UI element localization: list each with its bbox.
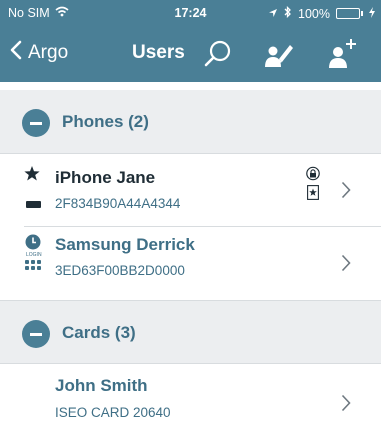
user-name: Samsung Derrick (55, 235, 195, 254)
star-badge-icon (307, 185, 319, 205)
chevron-right-icon (341, 254, 351, 272)
login-chip-icon (26, 201, 41, 208)
list-item-john-smith[interactable]: John Smith ISEO CARD 20640 (0, 364, 381, 432)
section-title-phones: Phones (2) (62, 112, 149, 131)
chevron-right-icon (341, 394, 351, 412)
location-arrow-icon (268, 7, 278, 21)
star-icon (24, 166, 40, 186)
search-icon (201, 40, 235, 75)
device-id: 3ED63F00BB2D0000 (55, 263, 185, 278)
section-header-phones[interactable]: Phones (2) (0, 90, 381, 154)
chevron-right-icon (341, 181, 351, 199)
user-name: iPhone Jane (55, 168, 156, 187)
battery-percent: 100% (298, 6, 330, 21)
list-item-iphone-jane[interactable]: iPhone Jane 2F834B90A44A4344 (0, 154, 381, 227)
status-right: 100% (268, 5, 375, 21)
card-id: ISEO CARD 20640 (55, 405, 171, 420)
device-id: 2F834B90A44A4344 (55, 196, 181, 211)
chevron-left-icon (10, 40, 22, 66)
battery-icon (336, 8, 363, 19)
list-item-samsung-derrick[interactable]: LOGIN Samsung Derrick 3ED63F00BB2D0000 (0, 227, 381, 300)
edit-users-button[interactable] (262, 37, 296, 71)
login-text-icon: LOGIN (26, 252, 42, 258)
bluetooth-icon (284, 5, 292, 21)
collapse-phones-button[interactable] (22, 109, 50, 137)
edit-user-icon (262, 45, 296, 75)
keypad-icon (25, 260, 41, 270)
lock-icon (306, 166, 320, 186)
user-name: John Smith (55, 376, 148, 395)
status-bar: No SIM 17:24 100% (0, 0, 381, 26)
navigation-bar: Argo Users (0, 26, 381, 82)
section-title-cards: Cards (3) (62, 323, 136, 342)
add-user-button[interactable] (325, 37, 359, 71)
section-header-cards[interactable]: Cards (3) (0, 300, 381, 364)
page-title: Users (132, 42, 185, 63)
charging-bolt-icon (369, 6, 375, 21)
add-user-icon (325, 39, 359, 75)
search-button[interactable] (201, 37, 235, 71)
collapse-cards-button[interactable] (22, 320, 50, 348)
back-label: Argo (28, 42, 69, 63)
back-button[interactable]: Argo (10, 40, 68, 66)
